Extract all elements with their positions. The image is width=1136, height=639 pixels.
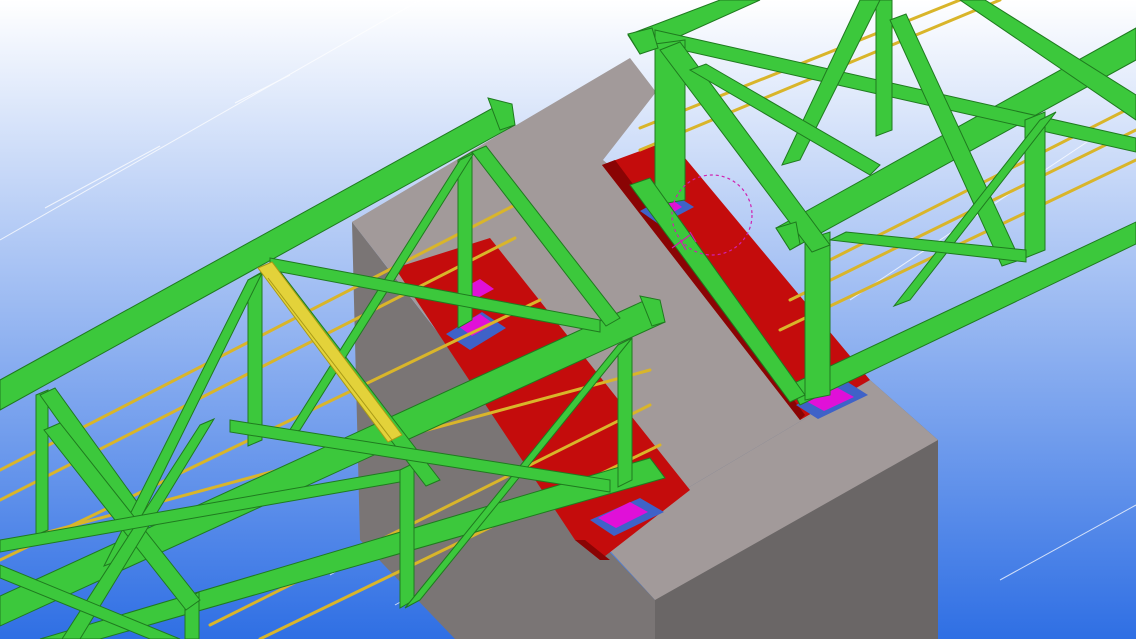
right-truss-vertical <box>875 0 893 137</box>
left-truss-vertical <box>399 462 415 609</box>
left-truss-vertical <box>617 337 633 488</box>
model-scene[interactable] <box>0 0 1136 639</box>
left-truss-vertical <box>35 389 49 536</box>
right-truss-vertical <box>804 231 831 401</box>
model-3d-viewport[interactable] <box>0 0 1136 639</box>
